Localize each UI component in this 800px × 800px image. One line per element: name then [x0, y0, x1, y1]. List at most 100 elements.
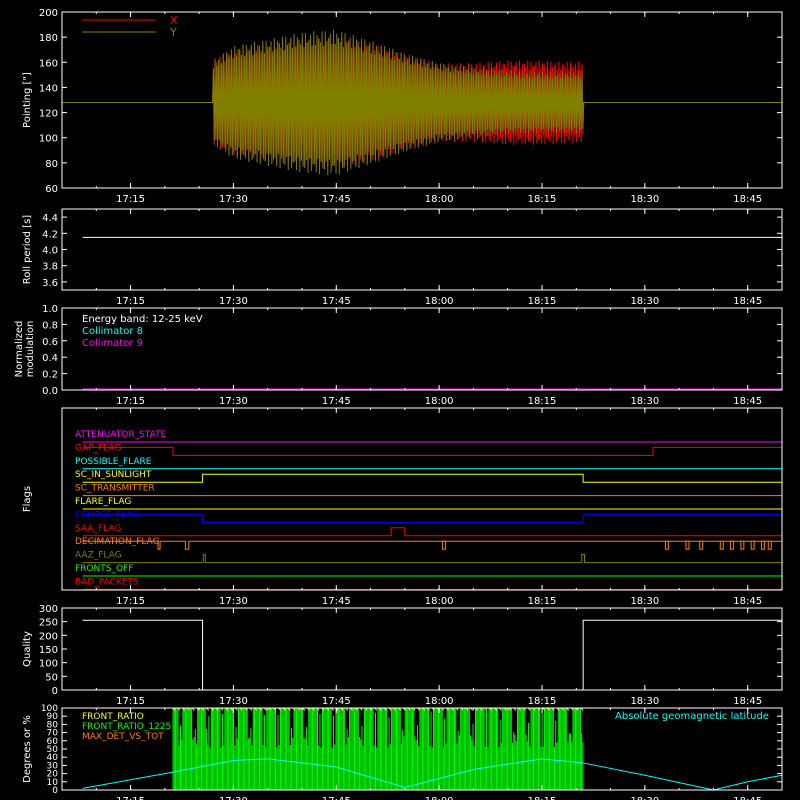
- roll-xtick-label: 17:45: [322, 296, 351, 307]
- flag-label-fronts_off: FRONTS_OFF: [75, 564, 133, 574]
- flags-xtick-label: 17:45: [322, 596, 351, 607]
- pointing-xtick-label: 17:30: [219, 194, 248, 205]
- roll-ylabel: Roll period [s]: [22, 215, 33, 284]
- roll-xtick-label: 18:45: [733, 296, 762, 307]
- modulation-ytick-label: 0.2: [42, 370, 58, 381]
- bottom-ytick-label: 100: [41, 704, 58, 714]
- roll-xtick-label: 18:30: [630, 296, 659, 307]
- bottom-xtick-label: 18:30: [630, 796, 659, 800]
- modulation-ytick-label: 0.8: [42, 320, 58, 331]
- multi-panel-chart: XY17:15 17:30 17:45 18:00 18:15 18:30 18:45608…: [14, 8, 783, 800]
- bottom-ylabel: Degrees or %: [22, 715, 33, 783]
- bottom-legend-max_det_vs_tot: MAX_DET_VS_TOT: [82, 732, 164, 742]
- bottom-xtick-label: 18:00: [425, 796, 454, 800]
- quality-ytick-label: 300: [39, 604, 58, 615]
- roll-ytick-label: 3.8: [42, 262, 58, 273]
- pointing-ytick-label: 140: [39, 83, 58, 94]
- flag-line-aaz_flag: [82, 554, 782, 564]
- flag-line-sc_in_sunlight: [82, 473, 782, 483]
- flags-xtick-label: 17:15: [116, 596, 145, 607]
- quality-xtick-label: 18:15: [528, 696, 557, 707]
- flag-pulse: [685, 540, 690, 550]
- bottom-xtick-label: 18:45: [733, 796, 762, 800]
- quality-ytick-label: 250: [39, 618, 58, 629]
- modulation-annotation: Collimator 9: [82, 338, 143, 349]
- roll-ytick-label: 4.0: [42, 246, 58, 257]
- pointing-ytick-label: 120: [39, 109, 58, 120]
- quality-xtick-label: 18:30: [630, 696, 659, 707]
- modulation-xtick-label: 17:30: [219, 396, 248, 407]
- flags-xtick-label: 17:30: [219, 596, 248, 607]
- modulation-ylabel: modulation: [25, 321, 36, 378]
- modulation-annotation: Energy band: 12-25 keV: [82, 314, 203, 325]
- flag-pulse: [664, 540, 669, 550]
- flags-xtick-label: 18:00: [425, 596, 454, 607]
- roll-ytick-label: 4.4: [42, 213, 58, 224]
- bottom-legend-front_ratio: FRONT_RATIO: [82, 712, 144, 722]
- quality-ytick-label: 100: [39, 659, 58, 670]
- pointing-xtick-label: 18:00: [425, 194, 454, 205]
- modulation-xtick-label: 17:45: [322, 396, 351, 407]
- roll-xtick-label: 18:00: [425, 296, 454, 307]
- flag-label-decimation_flag: DECIMATION_FLAG: [75, 537, 160, 547]
- modulation-ylabel: Normalized: [14, 321, 25, 378]
- modulation-annotation: Collimator 8: [82, 326, 143, 337]
- flag-label-sc_transmitter: SC_TRANSMITTER: [75, 484, 155, 494]
- pointing-xtick-label: 17:45: [322, 194, 351, 205]
- pointing-ylabel: Pointing ["]: [22, 72, 33, 128]
- modulation-xtick-label: 18:30: [630, 396, 659, 407]
- modulation-ytick-label: 0.0: [42, 386, 58, 397]
- flag-label-saa_flag: SAA_FLAG: [75, 524, 121, 534]
- flag-pulse: [719, 540, 724, 550]
- flag-pulse: [699, 540, 704, 550]
- roll-xtick-label: 17:30: [219, 296, 248, 307]
- flags-ylabel: Flags: [22, 486, 33, 512]
- modulation-xtick-label: 17:15: [116, 396, 145, 407]
- quality-xtick-label: 18:45: [733, 696, 762, 707]
- bottom-xtick-label: 18:15: [528, 796, 557, 800]
- pointing-xtick-label: 18:45: [733, 194, 762, 205]
- quality-ylabel: Quality: [22, 631, 33, 667]
- quality-series: [82, 619, 782, 691]
- flag-pulse: [740, 540, 745, 550]
- pointing-xtick-label: 18:15: [528, 194, 557, 205]
- flag-label-eclipse_flag: ECLIPSE_FLAG: [75, 510, 139, 520]
- flag-line-gap_flag: [82, 446, 782, 456]
- quality-ytick-label: 0: [52, 686, 58, 697]
- roll-ytick-label: 4.2: [42, 229, 58, 240]
- flag-pulse: [730, 540, 735, 550]
- flag-label-flare_flag: FLARE_FLAG: [75, 497, 131, 507]
- roll-ytick-label: 3.6: [42, 278, 58, 289]
- quality-xtick-label: 17:30: [219, 696, 248, 707]
- pointing-ytick-label: 60: [45, 184, 58, 195]
- bottom-xtick-label: 17:30: [219, 796, 248, 800]
- flag-label-aaz_flag: AAZ_FLAG: [75, 551, 122, 561]
- pointing-xtick-label: 18:30: [630, 194, 659, 205]
- bottom-xtick-label: 17:45: [322, 796, 351, 800]
- pointing-ytick-label: 80: [45, 159, 58, 170]
- pointing-xtick-label: 17:15: [116, 194, 145, 205]
- flag-label-possible_flare: POSSIBLE_FLARE: [75, 457, 152, 467]
- roll-xtick-label: 17:15: [116, 296, 145, 307]
- roll-xtick-label: 18:15: [528, 296, 557, 307]
- flag-label-attenuator_state: ATTENUATOR_STATE: [75, 430, 167, 440]
- bottom-annotation: Absolute geomagnetic latitude: [615, 711, 769, 722]
- chart-stage: X Y 17:15 17:30 17:45 18:00 18:15 18:30 18:45 60 8…: [0, 0, 800, 800]
- quality-xtick-label: 17:45: [322, 696, 351, 707]
- flag-pulse: [750, 540, 755, 550]
- pointing-ytick-label: 200: [39, 8, 58, 19]
- pointing-series-Y: [62, 29, 782, 175]
- bottom-xtick-label: 17:15: [116, 796, 145, 800]
- modulation-xtick-label: 18:45: [733, 396, 762, 407]
- quality-ytick-label: 50: [45, 672, 58, 683]
- modulation-ytick-label: 0.6: [42, 337, 58, 348]
- flag-pulse: [760, 540, 765, 550]
- flags-xtick-label: 18:45: [733, 596, 762, 607]
- flag-line-eclipse_flag: [82, 513, 782, 523]
- flag-label-gap_flag: GAP_FLAG: [75, 443, 121, 453]
- flags-xtick-label: 18:30: [630, 596, 659, 607]
- pointing-legend-label-Y: Y: [169, 26, 177, 39]
- bottom-legend-front_ratio_1225: FRONT_RATIO_1225: [82, 722, 171, 732]
- modulation-ytick-label: 0.4: [42, 353, 58, 364]
- quality-ytick-label: 150: [39, 645, 58, 656]
